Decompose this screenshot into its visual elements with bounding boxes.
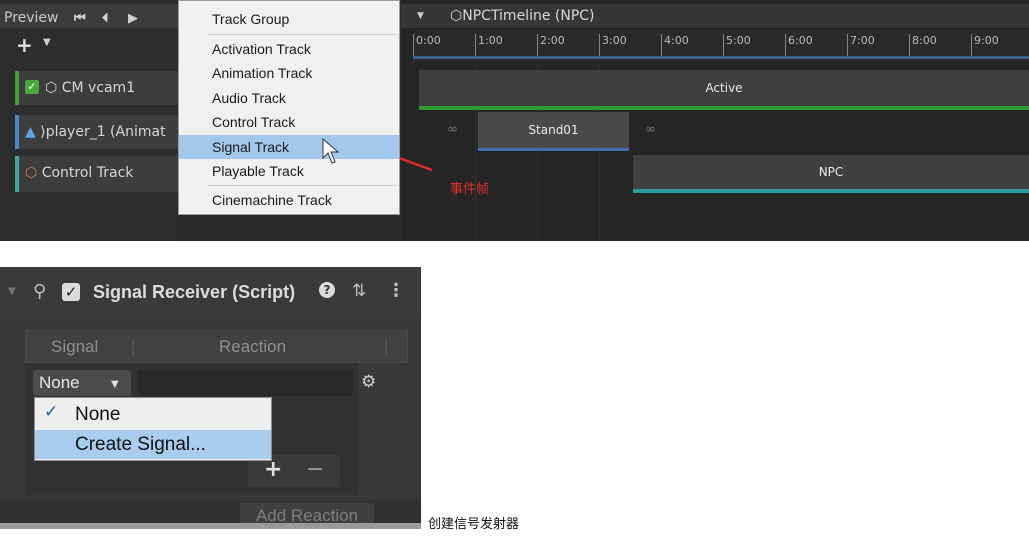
menu-item-signal-track[interactable]: Signal Track (179, 135, 399, 159)
reaction-field[interactable] (138, 370, 353, 396)
timeline-window: Preview ⏮ ⏴ ▶ + ▼ ✓ ⬡ CM vcam1 ▲ ⟩player… (0, 0, 1029, 241)
ruler-tick: 7:00 (847, 34, 875, 58)
enable-checkbox-icon[interactable]: ✓ (62, 283, 80, 301)
ruler-tick: 3:00 (599, 34, 627, 58)
timeline-dropdown-icon[interactable]: ▼ (417, 11, 424, 21)
ruler-tick: 8:00 (909, 34, 937, 58)
ruler-tick: 6:00 (785, 34, 813, 58)
clip-active[interactable]: Active (419, 70, 1029, 110)
clip-npc[interactable]: NPC (633, 155, 1029, 193)
signal-dropdown-value: None (39, 373, 80, 392)
menu-item-animation-track[interactable]: Animation Track (179, 61, 399, 85)
track-label: CM vcam1 (61, 80, 136, 96)
checkmark-icon: ✓ (44, 402, 59, 422)
help-icon[interactable]: ? (319, 282, 335, 298)
col-header-signal: Signal (51, 337, 99, 356)
timeline-breadcrumb[interactable]: ⬡NPCTimeline (NPC) (450, 8, 595, 24)
animation-track-icon: ▲ (25, 124, 41, 140)
prev-frame-icon[interactable]: ⏴ (102, 11, 109, 26)
menu-item-audio-track[interactable]: Audio Track (179, 86, 399, 110)
signal-receiver-icon: ⚲ (33, 281, 47, 302)
clip-stand01[interactable]: Stand01 (478, 112, 629, 151)
time-ruler[interactable]: 0:00 1:00 2:00 3:00 4:00 5:00 6:00 7:00 … (413, 30, 1029, 62)
signal-table-header: Signal | Reaction | (25, 330, 408, 363)
chevron-down-icon: ▼ (111, 379, 119, 390)
foldout-arrow-icon[interactable]: ▼ (8, 286, 16, 297)
menu-separator (207, 34, 397, 35)
checkbox-icon[interactable]: ✓ (25, 80, 39, 94)
menu-item-track-group[interactable]: Track Group (179, 7, 399, 31)
scroll-bar[interactable] (0, 523, 421, 529)
signal-dropdown[interactable]: None ▼ (33, 370, 131, 396)
track-label: Control Track (41, 165, 134, 181)
ruler-tick: 0:00 (413, 34, 441, 58)
add-track-menu: Track Group Activation Track Animation T… (178, 0, 400, 215)
track-label: player_1 (Animat (45, 124, 166, 140)
col-divider: | (384, 337, 389, 356)
gear-icon[interactable]: ⚙ (361, 372, 376, 392)
track-header-player[interactable]: ▲ ⟩player_1 (Animat (15, 115, 182, 149)
track-header-control[interactable]: ⬡ Control Track (15, 156, 182, 192)
remove-button[interactable]: − (306, 457, 324, 482)
ruler-baseline (413, 56, 1029, 59)
timeline-title: NPCTimeline (NPC) (462, 8, 595, 24)
chevron-down-icon[interactable]: ▼ (43, 37, 51, 48)
menu-item-control-track[interactable]: Control Track (179, 110, 399, 134)
col-divider: | (131, 337, 136, 356)
play-icon[interactable]: ▶ (128, 11, 138, 26)
mouse-cursor-icon (322, 138, 340, 164)
ruler-tick: 2:00 (537, 34, 565, 58)
infinity-icon: ∞ (447, 122, 458, 137)
menu-item-none[interactable]: None (35, 400, 271, 429)
track-header-vcam[interactable]: ✓ ⬡ CM vcam1 (15, 71, 182, 105)
col-header-reaction: Reaction (219, 337, 287, 356)
component-header[interactable]: ▼ ⚲ ✓ Signal Receiver (Script) ? ⇅ ⋮ (0, 267, 421, 319)
caption-text: 创建信号发射器 (428, 517, 520, 532)
menu-item-create-signal[interactable]: Create Signal... (35, 430, 271, 459)
menu-item-activation-track[interactable]: Activation Track (179, 37, 399, 61)
ruler-tick: 5:00 (723, 34, 751, 58)
menu-item-playable-track[interactable]: Playable Track (179, 159, 399, 183)
menu-separator (207, 185, 397, 186)
infinity-icon: ∞ (645, 122, 656, 137)
add-track-button[interactable]: + (16, 33, 33, 57)
goto-start-icon[interactable]: ⏮ (74, 11, 86, 26)
ruler-tick: 1:00 (475, 34, 503, 58)
inspector-panel: ▼ ⚲ ✓ Signal Receiver (Script) ? ⇅ ⋮ Sig… (0, 267, 421, 529)
signal-dropdown-menu: ✓ None Create Signal... (34, 397, 272, 461)
kebab-menu-icon[interactable]: ⋮ (387, 280, 405, 301)
annotation-label: 事件帧 (450, 182, 490, 197)
menu-item-cinemachine-track[interactable]: Cinemachine Track (179, 188, 399, 212)
timeline-toolbar: Preview ⏮ ⏴ ▶ (0, 4, 178, 28)
ruler-tick: 4:00 (661, 34, 689, 58)
component-title: Signal Receiver (Script) (93, 282, 296, 302)
settings-sliders-icon[interactable]: ⇅ (352, 281, 366, 301)
control-track-icon: ⬡ (25, 165, 42, 181)
timeline-asset-icon: ⬡ (450, 8, 463, 24)
camera-icon: ⬡ (45, 80, 62, 96)
preview-button[interactable]: Preview (4, 10, 59, 26)
ruler-tick: 9:00 (971, 34, 999, 58)
